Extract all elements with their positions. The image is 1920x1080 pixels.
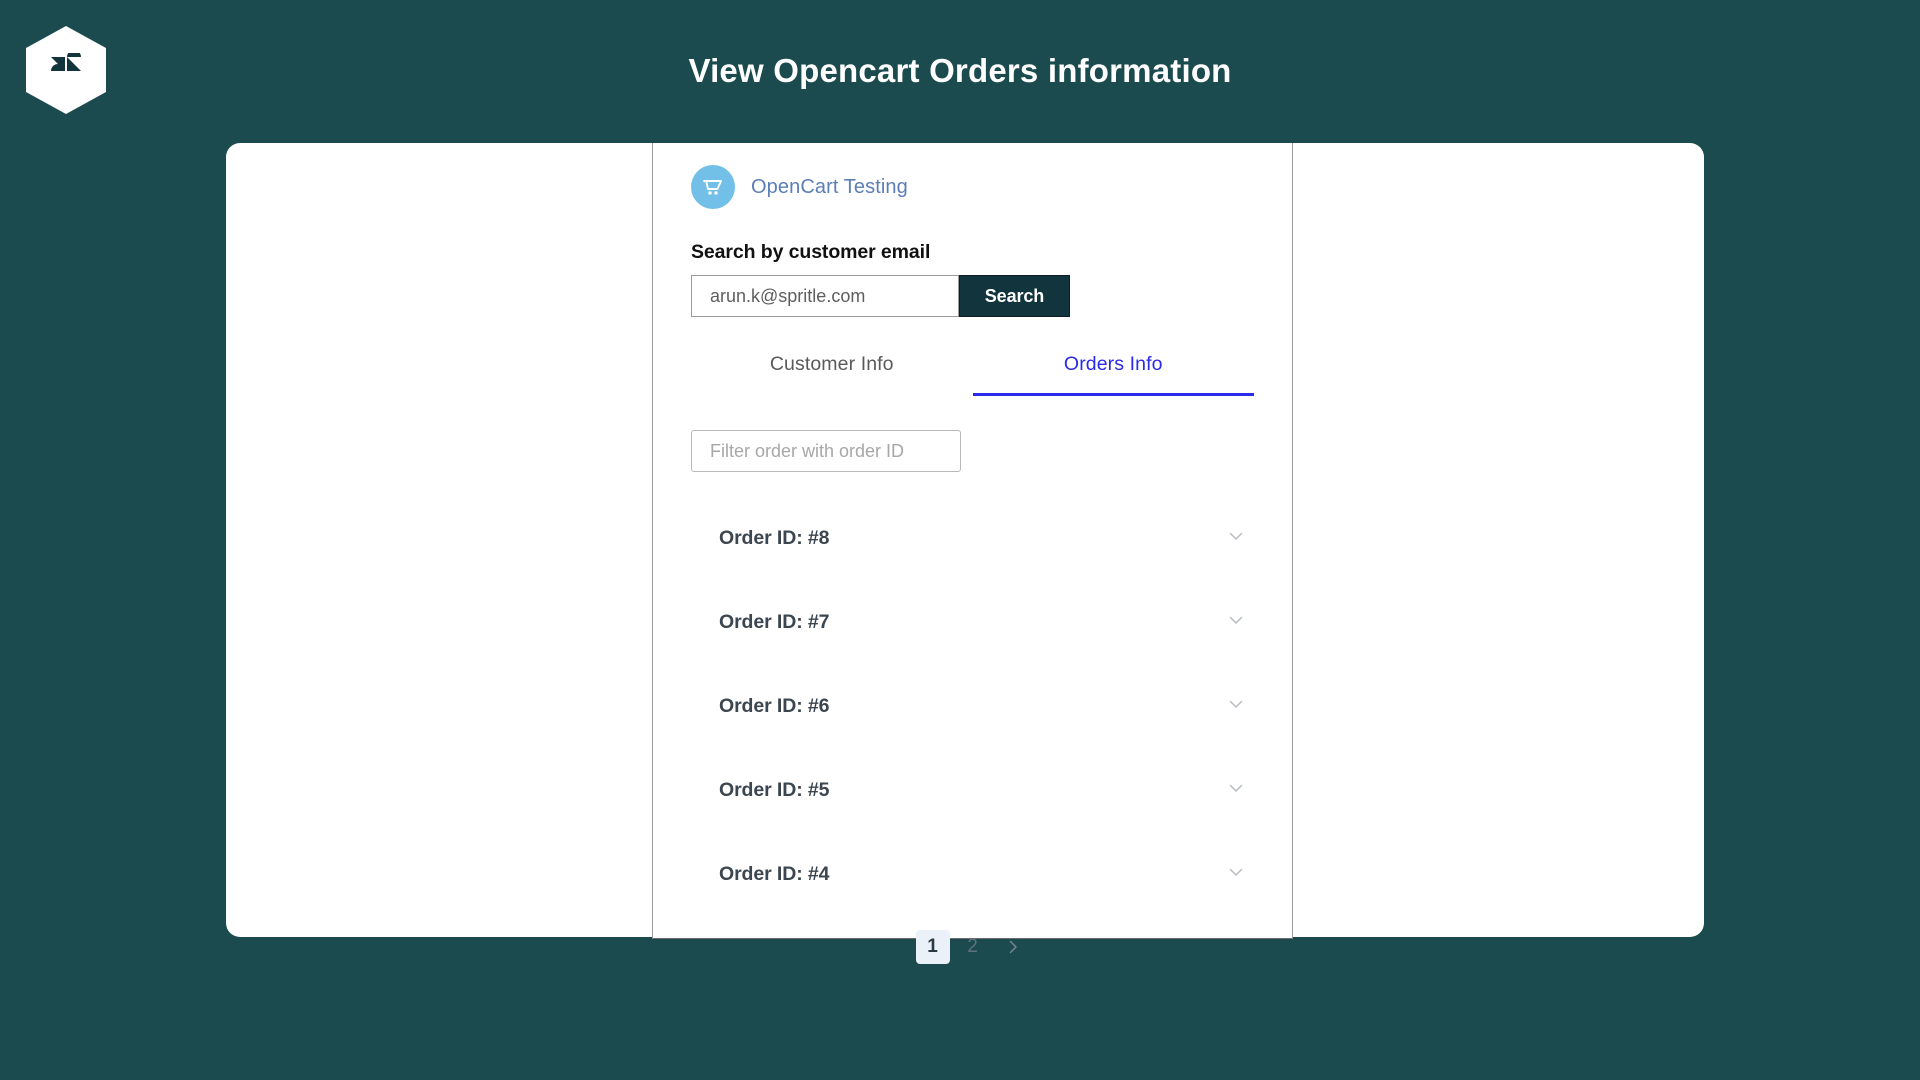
chevron-down-icon[interactable] (1226, 862, 1246, 887)
order-row-label: Order ID: #5 (719, 778, 830, 801)
search-label: Search by customer email (691, 241, 931, 263)
search-input[interactable] (691, 275, 959, 317)
chevron-right-icon[interactable] (996, 930, 1030, 964)
order-row[interactable]: Order ID: #8 (691, 496, 1254, 580)
chevron-down-icon[interactable] (1226, 694, 1246, 719)
tab-customer-info[interactable]: Customer Info (691, 353, 973, 396)
page-1-button[interactable]: 1 (915, 930, 950, 964)
page-2-button[interactable]: 2 (956, 930, 990, 964)
order-row[interactable]: Order ID: #7 (691, 580, 1254, 664)
app-brand: OpenCart Testing (691, 143, 1254, 209)
order-row-label: Order ID: #7 (719, 610, 830, 633)
search-button[interactable]: Search (959, 275, 1070, 317)
order-list: Order ID: #8 Order ID: #7 Order ID: #6 O… (691, 496, 1254, 916)
pagination: 1 2 (691, 930, 1254, 964)
page-title: View Opencart Orders information (688, 52, 1232, 89)
chevron-down-icon[interactable] (1226, 526, 1246, 551)
tab-bar: Customer Info Orders Info (691, 353, 1254, 396)
app-column: OpenCart Testing Search by customer emai… (652, 143, 1293, 964)
search-row: Search (691, 275, 1254, 317)
order-row[interactable]: Order ID: #6 (691, 664, 1254, 748)
tab-customer-info-label: Customer Info (769, 353, 894, 375)
shopping-cart-icon (691, 165, 735, 209)
order-row-label: Order ID: #4 (719, 862, 830, 885)
app-brand-label: OpenCart Testing (751, 175, 908, 198)
tab-orders-info[interactable]: Orders Info (972, 353, 1254, 396)
order-filter-input[interactable] (691, 430, 961, 472)
chevron-down-icon[interactable] (1226, 610, 1246, 635)
order-row[interactable]: Order ID: #5 (691, 748, 1254, 832)
chevron-down-icon[interactable] (1226, 778, 1246, 803)
order-row-label: Order ID: #6 (719, 694, 830, 717)
order-row-label: Order ID: #8 (719, 526, 830, 549)
tab-orders-info-label: Orders Info (1063, 353, 1163, 375)
order-row[interactable]: Order ID: #4 (691, 832, 1254, 916)
